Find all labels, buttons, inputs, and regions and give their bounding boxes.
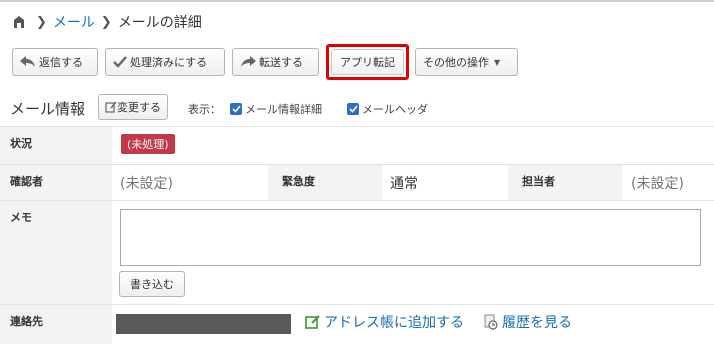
reply-button[interactable]: 返信する: [12, 48, 98, 76]
app-transfer-button[interactable]: アプリ転記: [331, 49, 404, 75]
edit-icon: [105, 101, 117, 113]
assignee-value[interactable]: (未設定): [631, 173, 684, 193]
section-title: メール情報: [10, 100, 86, 118]
checkbox-checked-icon: [230, 103, 242, 115]
contact-row: 連絡先 アドレス帳に追加する 履歴を見る: [0, 304, 714, 344]
view-history-link[interactable]: 履歴を見る: [483, 312, 572, 332]
other-actions-dropdown[interactable]: その他の操作 ▼: [415, 48, 518, 76]
caret-down-icon: ▼: [494, 57, 501, 67]
breadcrumb: ❯ メール ❯ メールの詳細: [12, 12, 202, 32]
forward-label: 転送する: [259, 56, 303, 69]
mark-done-label: 処理済みにする: [130, 56, 208, 69]
app-transfer-label: アプリ転記: [340, 56, 395, 69]
breadcrumb-current: メールの詳細: [117, 15, 202, 31]
chevron-right-icon: ❯: [36, 14, 47, 30]
show-header-label: メールヘッダ: [362, 103, 428, 116]
view-history-label: 履歴を見る: [502, 315, 572, 331]
memo-label: メモ: [0, 201, 112, 304]
redacted-contact: [116, 314, 291, 334]
urgency-value[interactable]: 通常: [390, 173, 418, 193]
show-header-checkbox[interactable]: メールヘッダ: [347, 101, 428, 117]
chevron-right-icon: ❯: [100, 14, 112, 30]
edit-button[interactable]: 変更する: [98, 94, 168, 120]
breadcrumb-mail-link[interactable]: メール: [53, 12, 95, 32]
status-badge: (未処理): [121, 134, 175, 154]
checkbox-checked-icon: [347, 103, 359, 115]
show-detail-checkbox[interactable]: メール情報詳細: [230, 101, 322, 117]
toolbar: 返信する 処理済みにする 転送する アプリ転記 その他の操作 ▼: [12, 44, 525, 80]
contact-label: 連絡先: [0, 305, 112, 344]
reply-label: 返信する: [39, 56, 83, 69]
forward-icon: [241, 56, 256, 67]
confirmer-value[interactable]: (未設定): [120, 173, 173, 193]
mail-info-header: メール情報 変更する 表示： メール情報詳細 メールヘッダ: [0, 92, 714, 124]
meta-row: 確認者 (未設定) 緊急度 通常 担当者 (未設定): [0, 164, 714, 200]
assignee-label: 担当者: [508, 165, 622, 200]
history-icon: [484, 314, 498, 330]
memo-row: メモ 書き込む: [0, 200, 714, 304]
home-icon[interactable]: [12, 15, 26, 29]
app-transfer-highlight: アプリ転記: [326, 44, 409, 80]
add-address-label: アドレス帳に追加する: [324, 315, 464, 331]
edit-box-icon: [305, 315, 320, 329]
add-address-link[interactable]: アドレス帳に追加する: [305, 312, 464, 332]
write-button[interactable]: 書き込む: [119, 271, 185, 297]
display-label: 表示：: [188, 103, 221, 116]
reply-icon: [20, 56, 35, 67]
mark-done-button[interactable]: 処理済みにする: [105, 48, 225, 76]
show-detail-label: メール情報詳細: [245, 103, 322, 116]
top-divider: [0, 0, 714, 5]
status-row: 状況 (未処理): [0, 126, 714, 164]
status-label: 状況: [0, 127, 112, 164]
check-icon: [113, 56, 127, 68]
urgency-label: 緊急度: [268, 165, 382, 200]
confirmer-label: 確認者: [0, 165, 112, 200]
memo-textarea[interactable]: [120, 209, 701, 266]
edit-label: 変更する: [117, 101, 161, 114]
forward-button[interactable]: 転送する: [232, 48, 319, 76]
other-actions-label: その他の操作: [423, 56, 489, 69]
